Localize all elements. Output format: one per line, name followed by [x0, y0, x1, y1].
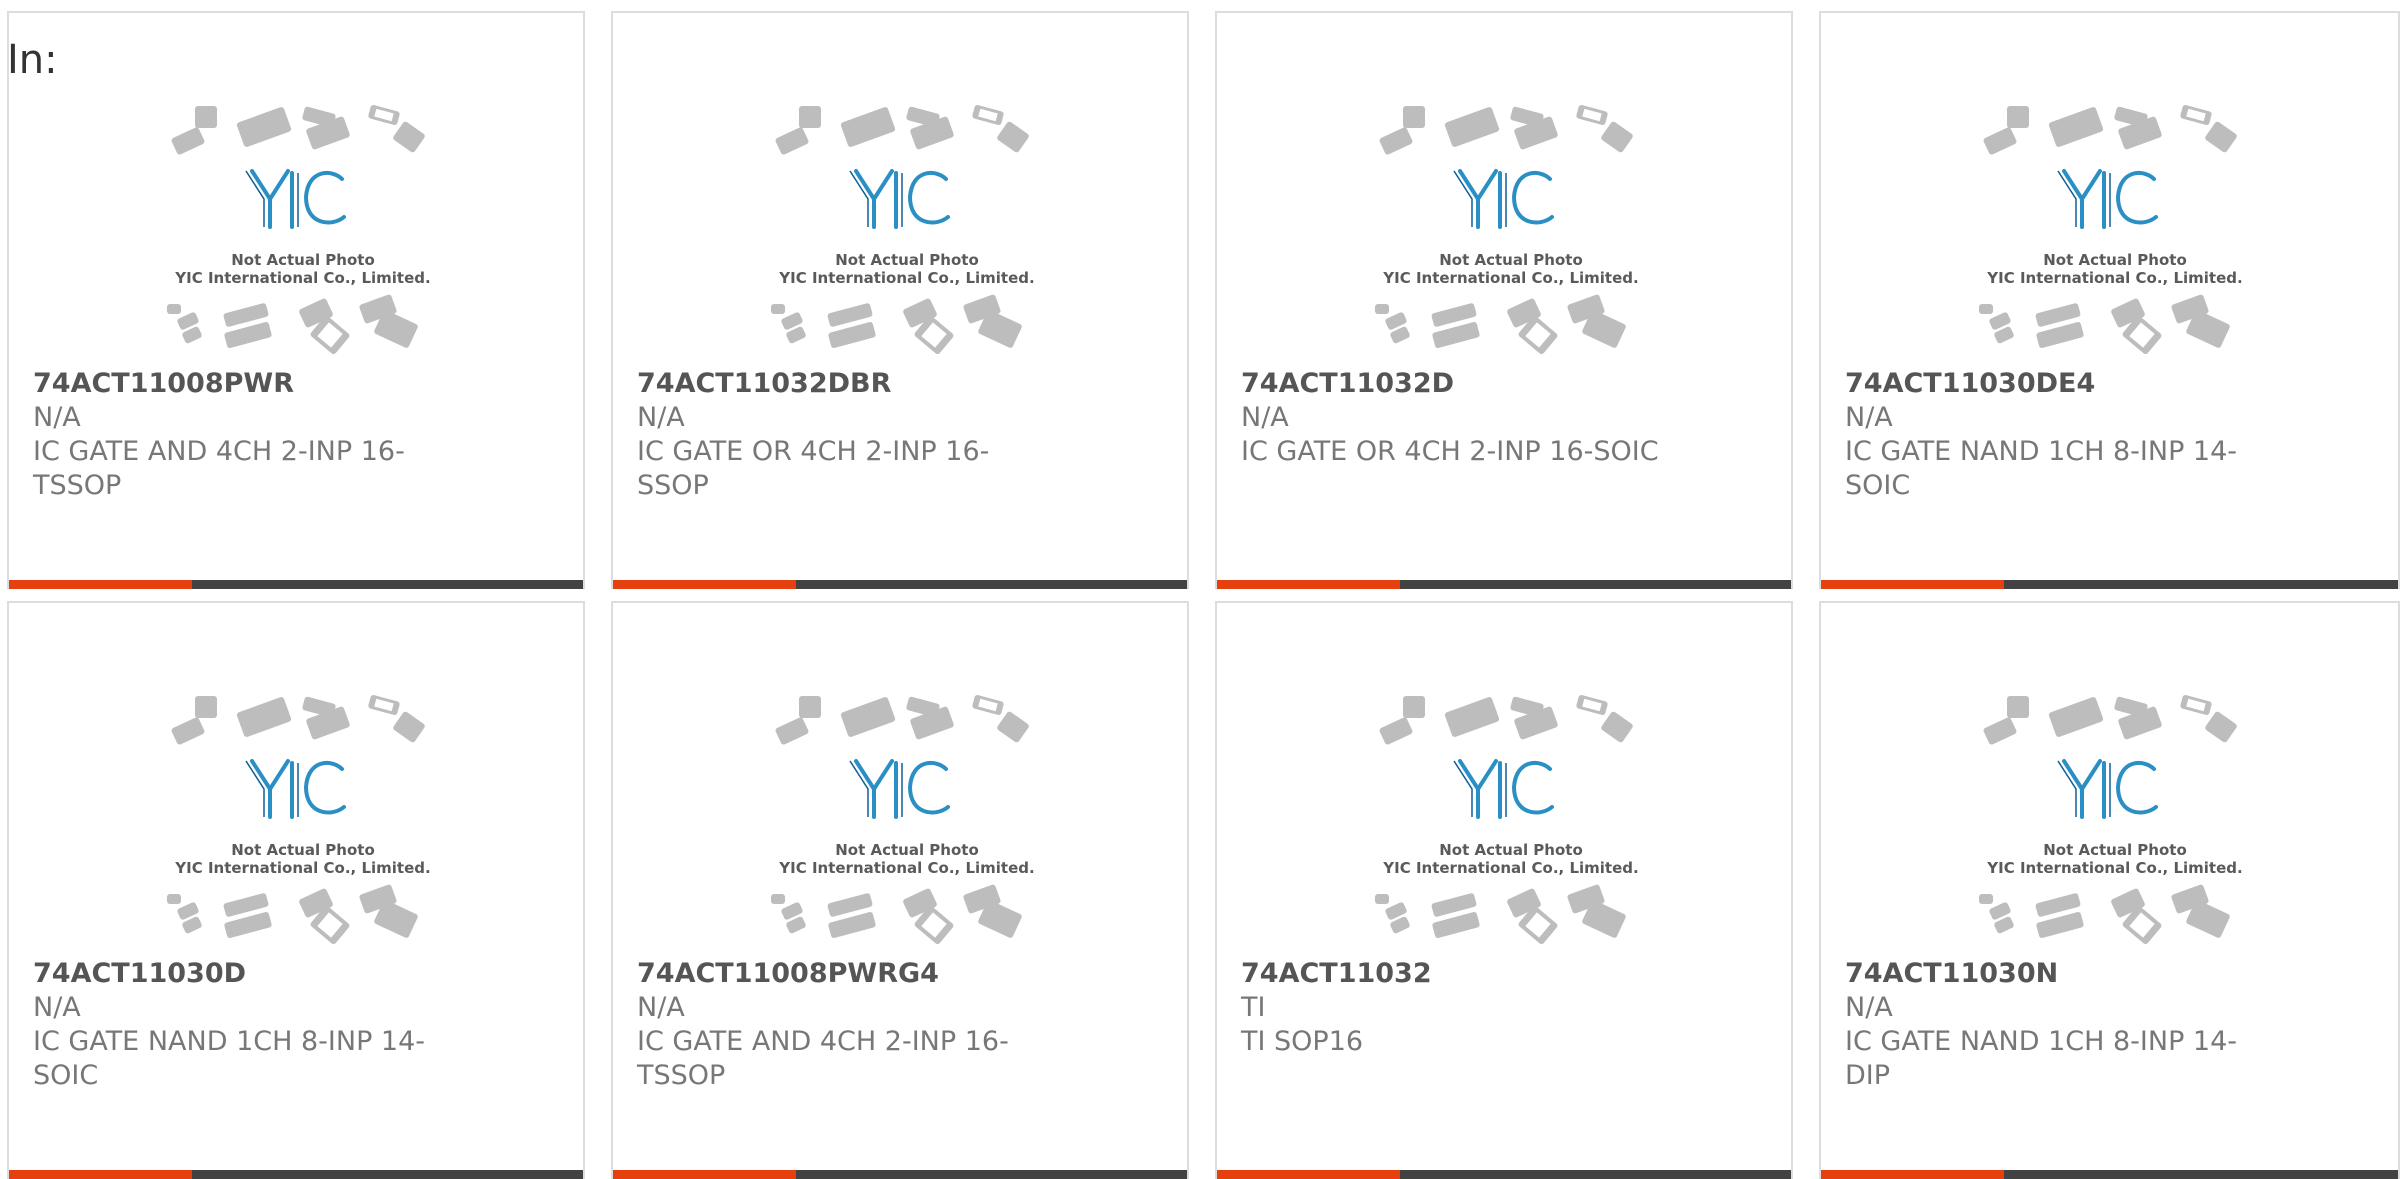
svg-text:Not Actual Photo: Not Actual Photo [231, 841, 375, 859]
card-bottom-bar [9, 1170, 583, 1179]
description: IC GATE AND 4CH 2-INP 16-TSSOP [637, 1026, 1009, 1091]
svg-text:YIC International Co., Limited: YIC International Co., Limited. [1382, 859, 1638, 877]
svg-text:YIC International Co., Limited: YIC International Co., Limited. [1986, 269, 2242, 287]
card-bottom-bar [613, 1170, 1187, 1179]
card-bottom-bar [9, 580, 583, 589]
svg-text:Not Actual Photo: Not Actual Photo [2043, 251, 2187, 269]
svg-text:YIC International Co., Limited: YIC International Co., Limited. [1382, 269, 1638, 287]
card-accent-bar [1217, 580, 1400, 589]
product-card[interactable]: Not Actual Photo YIC International Co., L… [1819, 601, 2400, 1179]
description: TI SOP16 [1241, 1026, 1364, 1057]
manufacturer: N/A [1241, 402, 1289, 433]
card-accent-bar [613, 580, 796, 589]
svg-text:Not Actual Photo: Not Actual Photo [1439, 841, 1583, 859]
product-photo[interactable]: Not Actual Photo YIC International Co., L… [1374, 693, 1648, 947]
part-number[interactable]: 74ACT11008PWR [33, 367, 294, 401]
manufacturer: TI [1241, 992, 1266, 1023]
product-photo[interactable]: Not Actual Photo YIC International Co., L… [1374, 103, 1648, 357]
in-label: In: [7, 37, 58, 83]
svg-text:YIC International Co., Limited: YIC International Co., Limited. [174, 859, 430, 877]
svg-text:Not Actual Photo: Not Actual Photo [835, 841, 979, 859]
description: IC GATE NAND 1CH 8-INP 14-DIP [1845, 1026, 2238, 1091]
card-bottom-bar [613, 580, 1187, 589]
product-card[interactable]: Not Actual Photo YIC International Co., L… [611, 601, 1189, 1179]
part-number[interactable]: 74ACT11030N [1845, 957, 2058, 991]
part-number[interactable]: 74ACT11030DE4 [1845, 367, 2095, 401]
svg-text:Not Actual Photo: Not Actual Photo [2043, 841, 2187, 859]
card-bottom-bar [1217, 1170, 1791, 1179]
part-number[interactable]: 74ACT11030D [33, 957, 246, 991]
svg-text:YIC International Co., Limited: YIC International Co., Limited. [778, 269, 1034, 287]
svg-text:Not Actual Photo: Not Actual Photo [231, 251, 375, 269]
card-accent-bar [9, 580, 192, 589]
product-card[interactable]: Not Actual Photo YIC International Co., L… [7, 11, 585, 589]
svg-text:YIC International Co., Limited: YIC International Co., Limited. [778, 859, 1034, 877]
description: IC GATE NAND 1CH 8-INP 14-SOIC [33, 1026, 426, 1091]
card-accent-bar [1217, 1170, 1400, 1179]
card-bottom-bar [1821, 580, 2398, 589]
part-number[interactable]: 74ACT11032 [1241, 957, 1432, 991]
description: IC GATE OR 4CH 2-INP 16-SSOP [637, 436, 990, 501]
svg-text:YIC International Co., Limited: YIC International Co., Limited. [1986, 859, 2242, 877]
manufacturer: N/A [637, 992, 685, 1023]
manufacturer: N/A [1845, 402, 1893, 433]
product-card[interactable]: Not Actual Photo YIC International Co., L… [1215, 11, 1793, 589]
svg-text:Not Actual Photo: Not Actual Photo [835, 251, 979, 269]
description: IC GATE OR 4CH 2-INP 16-SOIC [1241, 436, 1659, 467]
product-photo[interactable]: Not Actual Photo YIC International Co., L… [166, 103, 440, 357]
card-accent-bar [613, 1170, 796, 1179]
card-accent-bar [9, 1170, 192, 1179]
part-number[interactable]: 74ACT11008PWRG4 [637, 957, 939, 991]
part-number[interactable]: 74ACT11032DBR [637, 367, 891, 401]
product-card[interactable]: Not Actual Photo YIC International Co., L… [1819, 11, 2400, 589]
card-bottom-bar [1821, 1170, 2398, 1179]
product-photo[interactable]: Not Actual Photo YIC International Co., L… [770, 693, 1044, 947]
product-card[interactable]: Not Actual Photo YIC International Co., L… [1215, 601, 1793, 1179]
svg-text:Not Actual Photo: Not Actual Photo [1439, 251, 1583, 269]
product-card[interactable]: Not Actual Photo YIC International Co., L… [611, 11, 1189, 589]
card-accent-bar [1821, 1170, 2004, 1179]
card-bottom-bar [1217, 580, 1791, 589]
manufacturer: N/A [33, 992, 81, 1023]
manufacturer: N/A [33, 402, 81, 433]
product-photo[interactable]: Not Actual Photo YIC International Co., L… [1978, 103, 2252, 357]
part-number[interactable]: 74ACT11032D [1241, 367, 1454, 401]
card-accent-bar [1821, 580, 2004, 589]
product-photo[interactable]: Not Actual Photo YIC International Co., L… [1978, 693, 2252, 947]
product-card[interactable]: Not Actual Photo YIC International Co., L… [7, 601, 585, 1179]
manufacturer: N/A [1845, 992, 1893, 1023]
description: IC GATE NAND 1CH 8-INP 14-SOIC [1845, 436, 2238, 501]
product-photo[interactable]: Not Actual Photo YIC International Co., L… [770, 103, 1044, 357]
description: IC GATE AND 4CH 2-INP 16-TSSOP [33, 436, 405, 501]
svg-text:YIC International Co., Limited: YIC International Co., Limited. [174, 269, 430, 287]
product-photo[interactable]: Not Actual Photo YIC International Co., L… [166, 693, 440, 947]
manufacturer: N/A [637, 402, 685, 433]
